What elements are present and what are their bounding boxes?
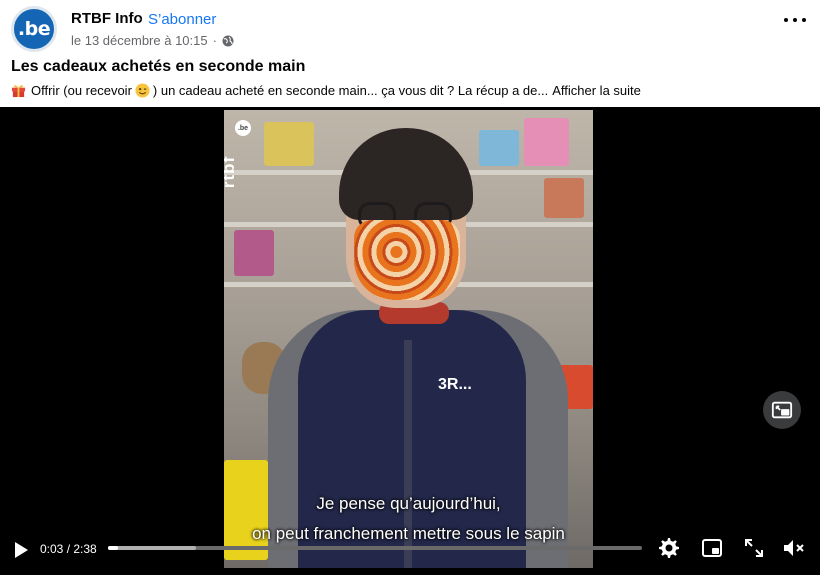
toy-house: [524, 118, 569, 166]
more-dot: [802, 18, 806, 22]
picture-in-picture-icon: [771, 401, 793, 419]
picture-in-picture-icon[interactable]: [700, 536, 724, 560]
played-fill: [108, 546, 119, 550]
post-title: Les cadeaux achetés en seconde main: [11, 58, 306, 75]
play-icon[interactable]: [12, 541, 30, 559]
rtbf-logo-text: rtbf: [224, 155, 239, 189]
more-dot: [793, 18, 797, 22]
toy-box: [264, 122, 314, 166]
rtbf-watermark: .be rtbf: [224, 120, 253, 200]
name-separator: ·: [138, 10, 143, 27]
more-options-icon[interactable]: [784, 12, 806, 28]
follow-button[interactable]: S’abonner: [148, 11, 216, 28]
fullscreen-icon[interactable]: [742, 536, 766, 560]
post-text: Offrir (ou recevoir ) un cadeau acheté e…: [11, 83, 641, 98]
face-mask: [354, 220, 460, 300]
toy-box: [479, 130, 519, 166]
page-avatar[interactable]: .be: [11, 6, 57, 52]
video-controls: 0:03 / 2:38: [0, 531, 820, 575]
post-text-start: Offrir (ou recevoir: [31, 83, 132, 98]
buffered-fill: [108, 546, 197, 550]
globe-icon: [222, 35, 234, 46]
gift-emoji-icon: [11, 85, 26, 98]
meta-separator: ·: [212, 33, 217, 48]
wink-emoji-icon: [135, 83, 150, 98]
post-meta: le 13 décembre à 10:15 ·: [71, 33, 234, 48]
see-more-link[interactable]: Afficher la suite: [552, 83, 641, 98]
vest-badge: 3R...: [438, 376, 472, 393]
subtitle-line-1: Je pense qu’aujourd’hui,: [316, 494, 501, 513]
be-logo-icon: .be: [235, 120, 251, 136]
volume-muted-icon[interactable]: [781, 536, 805, 560]
page-name[interactable]: RTBF Info: [71, 10, 143, 27]
time-display: 0:03 / 2:38: [40, 542, 97, 556]
post-text-end: ) un cadeau acheté en seconde main... ça…: [152, 83, 549, 98]
toy-box: [234, 230, 274, 276]
progress-bar[interactable]: [108, 546, 642, 550]
post-date[interactable]: le 13 décembre à 10:15: [71, 33, 208, 48]
more-dot: [784, 18, 788, 22]
gear-icon[interactable]: [657, 536, 681, 560]
toy-doll: [544, 178, 584, 218]
post-header: .be RTBF Info · S’abonner le 13 décembre…: [0, 0, 820, 56]
avatar-text: .be: [17, 18, 51, 40]
person-hair: [339, 128, 473, 220]
minimize-video-button[interactable]: [763, 391, 801, 429]
video-player[interactable]: 3R... .be rtbf Je pense qu’aujourd’hui, …: [0, 107, 820, 575]
